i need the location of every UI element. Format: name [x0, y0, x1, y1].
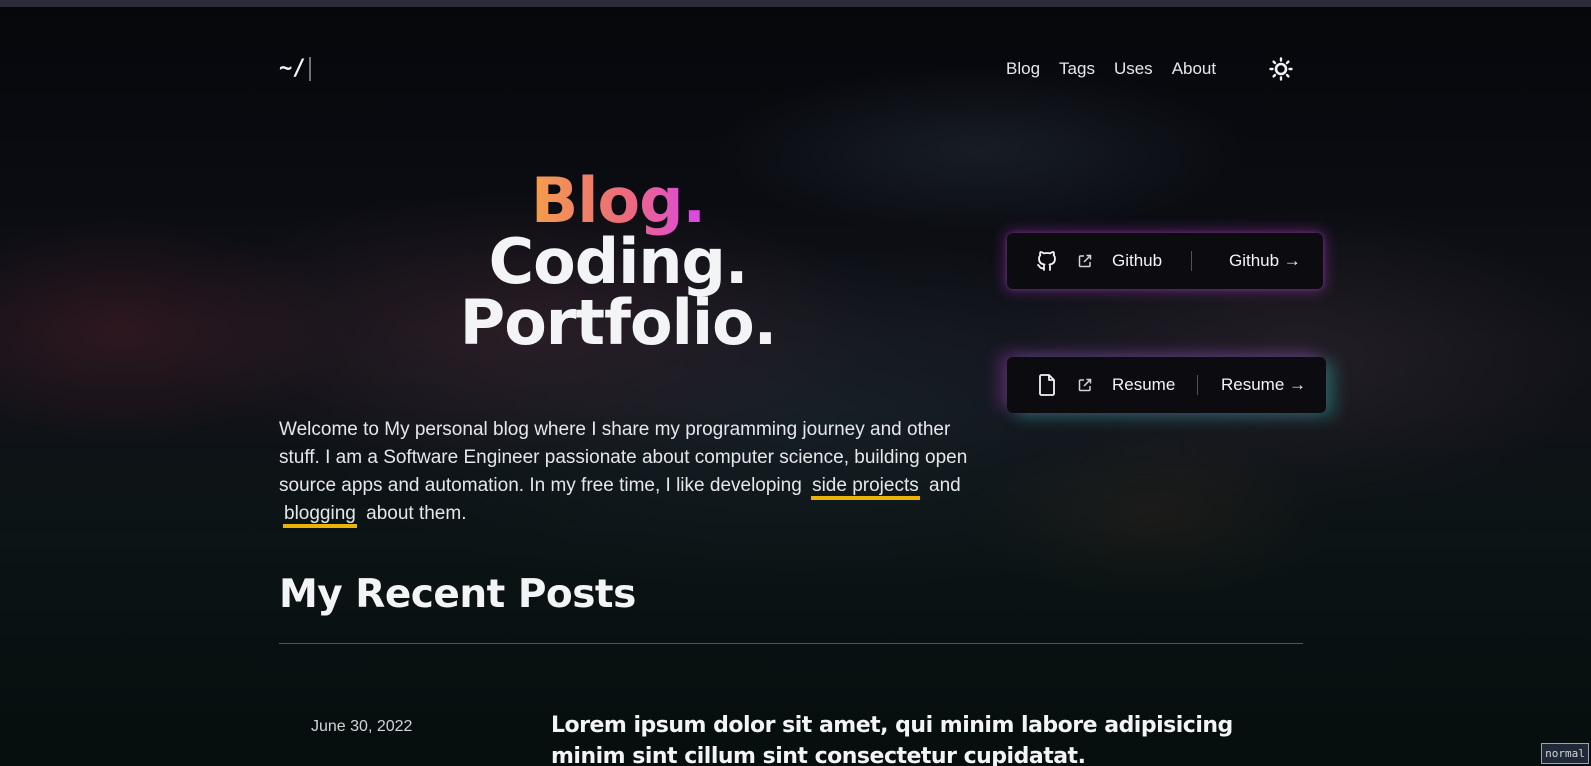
post-date: June 30, 2022: [311, 718, 413, 735]
external-link-icon: [1078, 254, 1092, 268]
logo-text: ~/: [279, 56, 306, 81]
card-separator: [1197, 375, 1198, 395]
external-link-icon: [1078, 378, 1092, 392]
resume-card-label: Resume: [1112, 375, 1176, 394]
intro-and: and: [929, 475, 961, 496]
mode-indicator: normal: [1541, 743, 1589, 764]
card-separator: [1191, 251, 1192, 271]
site-logo[interactable]: ~/: [279, 56, 311, 81]
sun-icon: [1269, 57, 1293, 81]
main-nav: Blog Tags Uses About: [1006, 58, 1235, 80]
hero-line-portfolio: Portfolio.: [459, 286, 777, 359]
nav-blog[interactable]: Blog: [1006, 58, 1040, 80]
intro-end: about them.: [366, 503, 467, 524]
file-icon: [1039, 374, 1055, 396]
side-projects-link[interactable]: side projects: [811, 475, 920, 500]
post-title-link[interactable]: Lorem ipsum dolor sit amet, qui minim la…: [551, 710, 1271, 766]
resume-cta[interactable]: Resume →: [1221, 375, 1306, 395]
recent-posts-title: My Recent Posts: [279, 572, 636, 617]
nav-about[interactable]: About: [1172, 58, 1216, 80]
theme-toggle-button[interactable]: [1269, 57, 1293, 81]
nav-tags[interactable]: Tags: [1059, 58, 1095, 80]
intro-paragraph: Welcome to My personal blog where I shar…: [279, 416, 969, 528]
page: ~/ Blog Tags Uses About Blog. Coding. Po…: [0, 0, 1591, 766]
github-icon: [1037, 251, 1056, 271]
section-divider: [279, 643, 1303, 644]
github-card[interactable]: Github Github →: [1007, 233, 1323, 289]
resume-card[interactable]: Resume Resume →: [1007, 357, 1326, 413]
blogging-link[interactable]: blogging: [283, 503, 357, 528]
top-bar: [0, 0, 1591, 7]
github-card-label: Github: [1112, 251, 1163, 270]
logo-cursor: [308, 56, 311, 81]
github-cta[interactable]: Github →: [1229, 251, 1301, 271]
hero-title: Blog. Coding. Portfolio.: [440, 170, 796, 354]
nav-uses[interactable]: Uses: [1114, 58, 1153, 80]
